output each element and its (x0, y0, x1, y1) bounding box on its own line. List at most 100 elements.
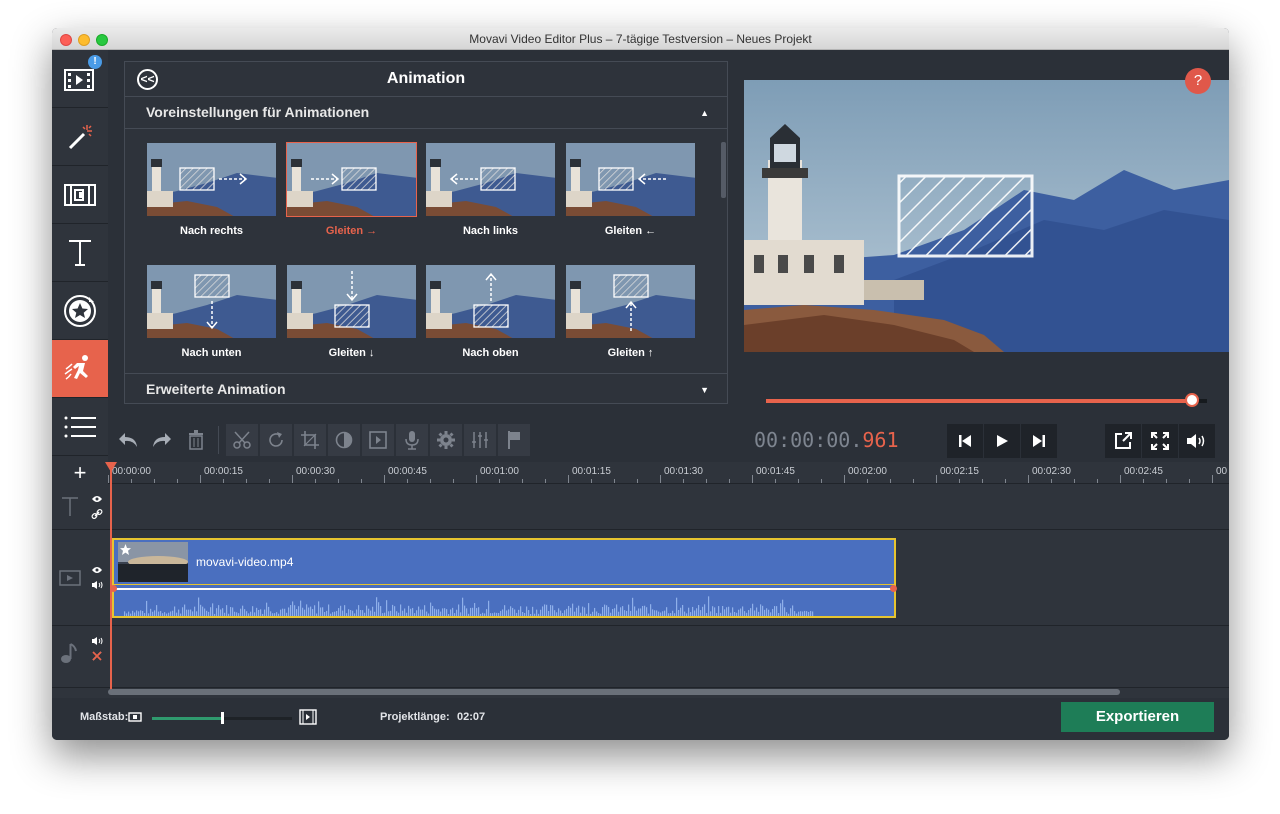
color-adjust-button[interactable] (328, 424, 360, 456)
zoom-out-icon[interactable] (128, 711, 142, 723)
waveform-bar (364, 612, 366, 616)
video-preview[interactable] (744, 80, 1229, 352)
eye-icon[interactable] (91, 566, 103, 574)
zoom-slider-knob[interactable] (221, 712, 224, 724)
waveform-bar (790, 608, 792, 616)
waveform-bar (694, 610, 696, 616)
preset-thumbnail[interactable] (286, 264, 417, 339)
preset-thumbnail[interactable] (565, 264, 696, 339)
time-ruler[interactable]: 00:00:00 00:00:15 00:00:30 00:00:45 00:01:00… (108, 462, 1229, 484)
audio-equalizer-button[interactable] (464, 424, 496, 456)
waveform-bar (662, 611, 664, 616)
sidebar-item-import[interactable]: ! (52, 50, 108, 108)
ruler-tick-mark (430, 479, 431, 483)
panel-scrollbar[interactable] (721, 142, 726, 198)
next-frame-button[interactable] (1021, 424, 1057, 458)
waveform-bar (722, 605, 724, 616)
waveform-bar (460, 612, 462, 616)
preset-thumbnail[interactable] (146, 264, 277, 339)
sidebar-item-titles[interactable] (52, 224, 108, 282)
ruler-tick-mark (223, 479, 224, 483)
waveform-bar (284, 608, 286, 616)
redo-button[interactable] (146, 424, 178, 456)
waveform-bar (608, 607, 610, 616)
waveform-bar (620, 607, 622, 616)
timeline-scrollbar[interactable] (108, 689, 1120, 695)
waveform-bar (606, 605, 608, 616)
speaker-icon[interactable] (91, 580, 103, 590)
waveform-bar (304, 609, 306, 616)
cut-button[interactable] (226, 424, 258, 456)
zoom-in-icon[interactable] (299, 709, 317, 725)
stabilize-button[interactable] (362, 424, 394, 456)
magic-wand-icon (68, 124, 92, 149)
waveform-bar (358, 605, 360, 616)
previous-frame-button[interactable] (947, 424, 983, 458)
crop-button[interactable] (294, 424, 326, 456)
popout-preview-button[interactable] (1105, 424, 1141, 458)
window-title: Movavi Video Editor Plus – 7-tägige Test… (469, 32, 812, 46)
waveform-bar (338, 608, 340, 616)
sidebar-item-animation[interactable] (52, 340, 108, 398)
waveform-bar (532, 606, 534, 616)
waveform-bar (342, 610, 344, 616)
waveform-bar (702, 606, 704, 616)
delete-button[interactable] (180, 424, 212, 456)
waveform-bar (126, 613, 128, 616)
preset-thumbnail[interactable] (146, 142, 277, 217)
waveform-bar (706, 613, 708, 616)
waveform-bar (588, 603, 590, 616)
list-icon (64, 416, 96, 437)
waveform-bar (610, 612, 612, 616)
fullscreen-button[interactable] (1142, 424, 1178, 458)
waveform-bar (758, 611, 760, 616)
marker-button[interactable] (498, 424, 530, 456)
preset-thumbnail[interactable] (565, 142, 696, 217)
music-note-icon (61, 643, 77, 663)
waveform-bar (698, 605, 700, 616)
waveform-bar (430, 602, 432, 616)
waveform-bar (420, 609, 422, 616)
waveform-bar (778, 613, 780, 616)
speaker-icon[interactable] (91, 636, 103, 646)
preset-thumbnail[interactable] (425, 142, 556, 217)
ruler-tick-mark (1166, 479, 1167, 483)
video-clip[interactable]: movavi-video.mp4 (110, 538, 897, 618)
waveform-bar (176, 612, 178, 616)
sidebar-item-transitions[interactable] (52, 166, 108, 224)
link-icon[interactable] (91, 508, 103, 520)
advanced-section-header[interactable]: Erweiterte Animation ▼ (125, 373, 727, 405)
unlink-icon[interactable] (91, 650, 103, 662)
clip-properties-button[interactable] (430, 424, 462, 456)
transition-film-icon (64, 183, 96, 206)
sidebar-item-magic[interactable] (52, 108, 108, 166)
record-audio-button[interactable] (396, 424, 428, 456)
preset-label: Nach unten (181, 347, 242, 359)
volume-button[interactable] (1179, 424, 1215, 458)
sidebar-item-more[interactable] (52, 398, 108, 456)
text-t-icon (69, 239, 91, 266)
preset-thumbnail[interactable] (286, 142, 417, 217)
waveform-bar (630, 610, 632, 616)
waveform-bar (546, 604, 548, 616)
clip-divider (114, 584, 894, 585)
waveform-bar (734, 611, 736, 616)
waveform-bar (290, 605, 292, 616)
eye-icon[interactable] (91, 495, 103, 503)
waveform-bar (574, 611, 576, 616)
play-button[interactable] (984, 424, 1020, 458)
preset-thumbnail[interactable] (425, 264, 556, 339)
undo-button[interactable] (112, 424, 144, 456)
presets-section-header[interactable]: Voreinstellungen für Animationen ▲ (125, 97, 727, 129)
rotate-button[interactable] (260, 424, 292, 456)
export-button[interactable]: Exportieren (1061, 702, 1214, 732)
preset-label: Nach rechts (180, 225, 243, 237)
help-button[interactable]: ? (1185, 68, 1211, 94)
waveform-bar (422, 609, 424, 616)
playhead-line[interactable] (110, 466, 112, 690)
waveform-bar (456, 609, 458, 616)
waveform-bar (742, 606, 744, 616)
add-track-button[interactable]: + (52, 462, 108, 484)
waveform-bar (526, 606, 528, 616)
sidebar-item-stickers[interactable] (52, 282, 108, 340)
